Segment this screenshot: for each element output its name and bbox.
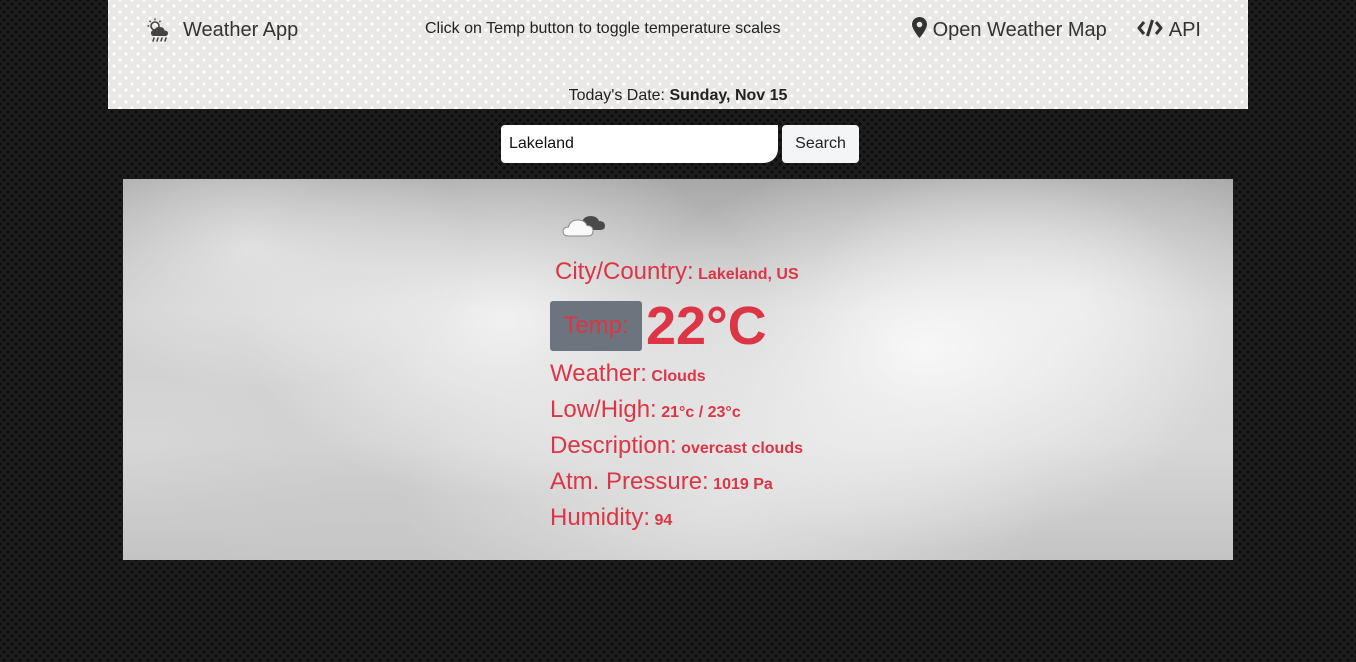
open-weather-map-label: Open Weather Map [932, 19, 1107, 41]
low-high-row: Low/High: 21°c / 23°c [550, 396, 741, 424]
navbar: Weather App Click on Temp button to togg… [108, 0, 1248, 109]
city-label: City/Country: [555, 258, 694, 285]
temp-row: Temp: 22°C [550, 295, 767, 357]
humidity-label: Humidity: [550, 504, 651, 531]
city-value: Lakeland, US [698, 266, 799, 283]
brand-link[interactable]: Weather App [146, 17, 298, 43]
low-high-value: 21°c / 23°c [661, 404, 741, 421]
temp-value: 22°C [646, 296, 767, 356]
toggle-hint: Click on Temp button to toggle temperatu… [425, 20, 781, 37]
humidity-value: 94 [654, 512, 673, 529]
description-row: Description: overcast clouds [550, 432, 803, 460]
description-value: overcast clouds [681, 440, 803, 457]
humidity-row: Humidity: 94 [550, 504, 672, 532]
open-weather-map-link[interactable]: Open Weather Map [911, 17, 1107, 44]
weather-value: Clouds [651, 368, 706, 385]
city-search-input[interactable] [501, 125, 778, 163]
brand-label: Weather App [183, 18, 299, 41]
pressure-value: 1019 Pa [713, 476, 773, 493]
cloud-icon [560, 209, 608, 241]
weather-label: Weather: [550, 360, 647, 387]
nav-links: Open Weather Map API [911, 17, 1201, 44]
api-label: API [1168, 19, 1201, 41]
weather-row: Weather: Clouds [550, 360, 706, 388]
search-button[interactable]: Search [782, 125, 859, 163]
temp-toggle-button[interactable]: Temp: [550, 301, 642, 351]
city-row: City/Country: Lakeland, US [555, 258, 799, 286]
date-label: Today's Date: [568, 87, 665, 104]
code-icon [1137, 19, 1163, 43]
api-link[interactable]: API [1137, 19, 1201, 43]
map-marker-icon [911, 17, 927, 44]
weather-card: City/Country: Lakeland, US Temp: 22°C We… [123, 179, 1233, 560]
cloud-rain-icon [146, 17, 172, 43]
pressure-row: Atm. Pressure: 1019 Pa [550, 468, 773, 496]
date-value: Sunday, Nov 15 [669, 87, 788, 104]
pressure-label: Atm. Pressure: [550, 468, 709, 495]
search-bar: Search [501, 125, 859, 163]
todays-date: Today's Date: Sunday, Nov 15 [108, 87, 1248, 105]
low-high-label: Low/High: [550, 396, 657, 423]
description-label: Description: [550, 432, 677, 459]
